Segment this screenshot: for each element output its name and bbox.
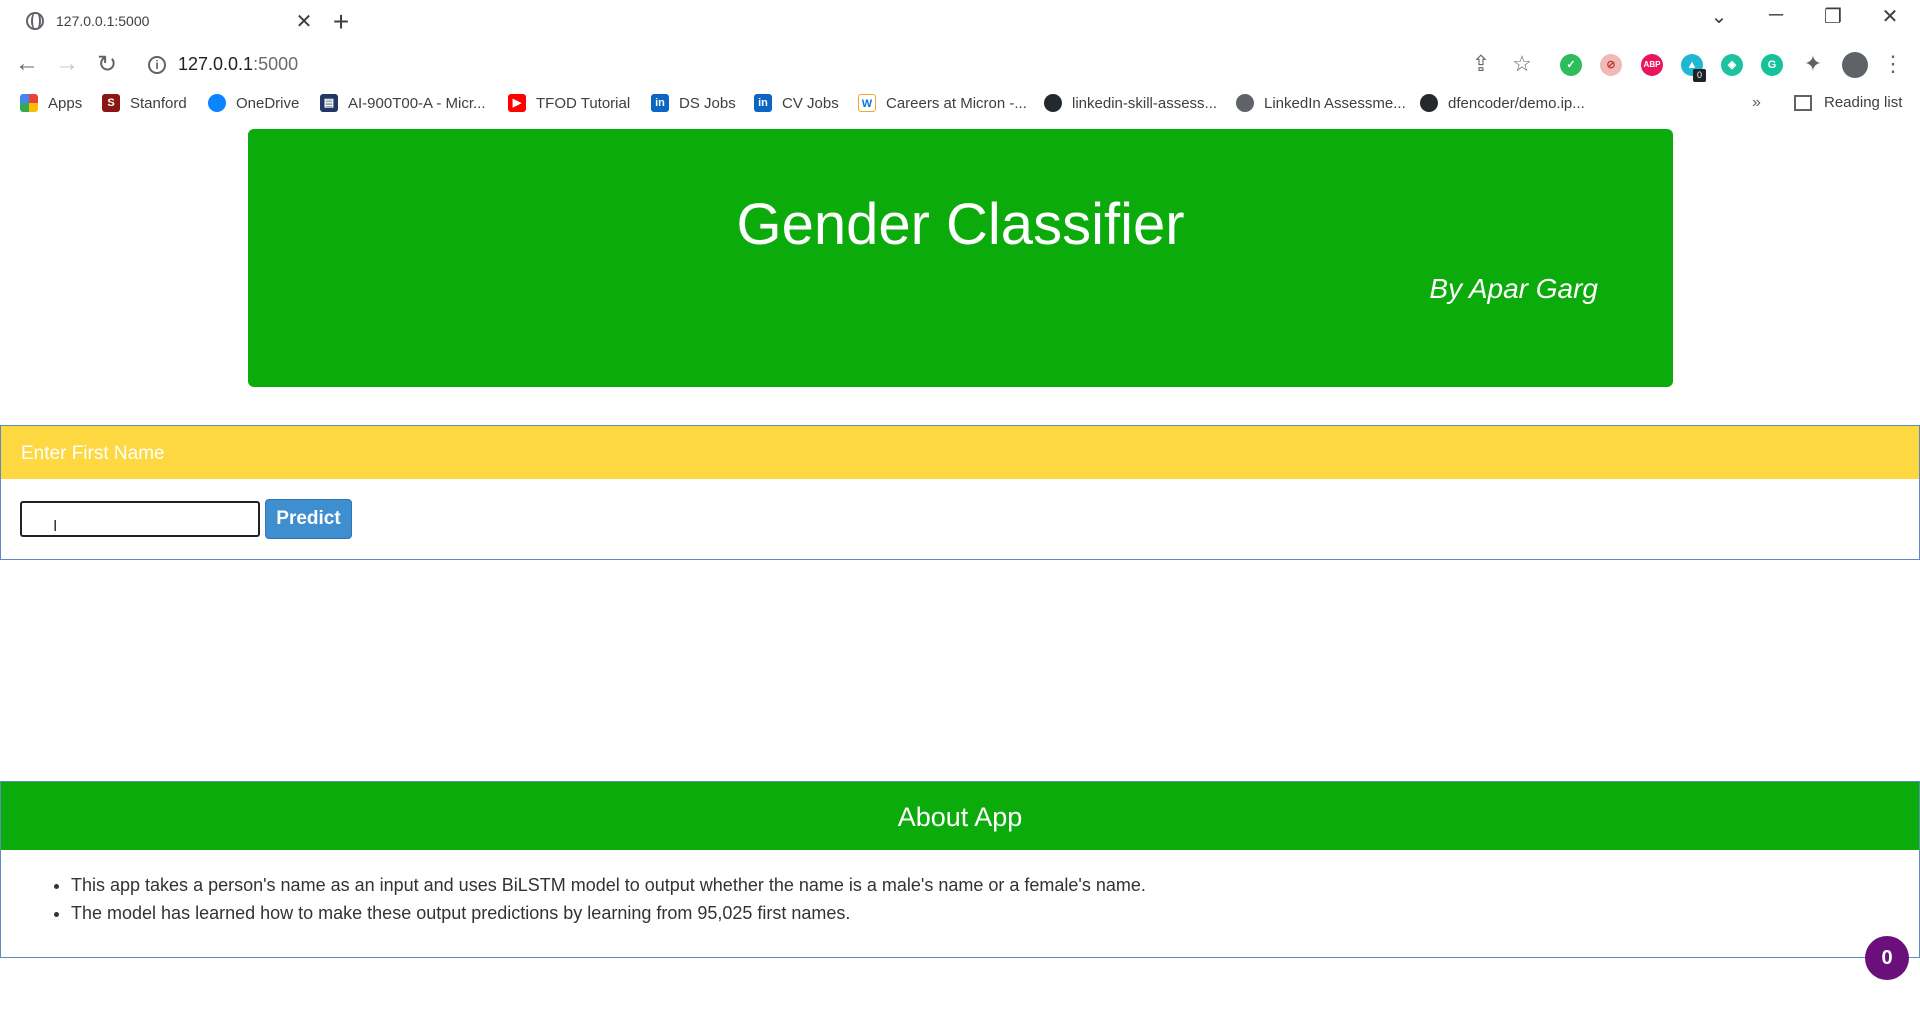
extensions-puzzle-icon[interactable]: ✦ [1800, 51, 1826, 77]
bookmark-label: linkedin-skill-assess... [1072, 94, 1218, 112]
profile-avatar[interactable] [1842, 52, 1868, 78]
forward-button[interactable]: → [52, 50, 82, 78]
grammarly-extension-icon[interactable]: G [1761, 54, 1783, 76]
bookmark-label: Stanford [130, 94, 187, 112]
vpn-extension-icon[interactable]: ◈ [1721, 54, 1743, 76]
reload-button[interactable]: ↻ [92, 50, 122, 79]
bookmark-label: CV Jobs [782, 94, 839, 112]
bookmark-ds-jobs[interactable]: in DS Jobs [651, 94, 736, 112]
url-host: 127.0.0.1 [178, 54, 254, 74]
bookmark-label: Careers at Micron -... [886, 94, 1027, 112]
app-header: Gender Classifier By Apar Garg [248, 129, 1673, 387]
close-tab-icon[interactable]: ✕ [292, 9, 316, 34]
bookmark-label: Apps [48, 94, 83, 112]
stanford-icon: S [102, 94, 120, 112]
author-byline: By Apar Garg [1429, 273, 1598, 304]
browser-tab[interactable]: 127.0.0.1:5000 ✕ [16, 6, 316, 36]
predict-button[interactable]: Predict [265, 499, 352, 539]
globe-icon [1236, 94, 1254, 112]
reading-list-label: Reading list [1824, 94, 1903, 111]
share-icon[interactable]: ⇪ [1468, 51, 1494, 77]
adblock-extension-icon[interactable]: ABP [1641, 54, 1663, 76]
bookmark-cv-jobs[interactable]: in CV Jobs [754, 94, 839, 112]
tab-title: 127.0.0.1:5000 [56, 13, 150, 29]
cloud-icon [208, 94, 226, 112]
reading-list-icon [1794, 94, 1812, 111]
bookmark-star-icon[interactable]: ☆ [1509, 51, 1535, 77]
site-info-icon[interactable]: i [148, 56, 166, 74]
linkedin-icon: in [754, 94, 772, 112]
bookmark-label: LinkedIn Assessme... [1264, 94, 1406, 112]
youtube-icon: ▶ [508, 94, 526, 112]
bookmark-label: DS Jobs [679, 94, 736, 112]
about-list: This app takes a person's name as an inp… [71, 871, 1919, 927]
blocker-extension-icon[interactable]: ⊘ [1600, 54, 1622, 76]
bookmark-label: dfencoder/demo.ip... [1448, 94, 1585, 112]
name-input-panel: Enter First Name I Predict [0, 425, 1920, 560]
shield-extension-icon[interactable]: ✓ [1560, 54, 1582, 76]
workday-icon: W [858, 94, 876, 112]
bookmark-apps[interactable]: Apps [20, 94, 82, 112]
bookmark-label: TFOD Tutorial [536, 94, 631, 112]
new-tab-button[interactable]: + [326, 6, 356, 38]
name-panel-heading: Enter First Name [1, 426, 1919, 479]
about-app-panel: About App This app takes a person's name… [0, 781, 1920, 958]
page-title: Gender Classifier [736, 192, 1185, 257]
about-item: The model has learned how to make these … [71, 899, 1919, 927]
bookmarks-overflow-icon[interactable]: » [1752, 94, 1761, 112]
bookmark-tfod[interactable]: ▶ TFOD Tutorial [508, 94, 630, 112]
browser-toolbar: ← → ↻ i 127.0.0.1:5000 ⇪ ☆ ✓ ⊘ ABP ▲ 0 ◈… [0, 42, 1920, 88]
tab-search-icon[interactable]: ⌄ [1704, 4, 1734, 29]
about-panel-heading: About App [1, 782, 1919, 850]
bookmark-dfencoder[interactable]: dfencoder/demo.ip... [1420, 94, 1585, 112]
about-item: This app takes a person's name as an inp… [71, 871, 1919, 899]
github-icon [1420, 94, 1438, 112]
browser-tab-bar: 127.0.0.1:5000 ✕ + ⌄ ─ ❐ ✕ [0, 0, 1920, 42]
linkedin-icon: in [651, 94, 669, 112]
bookmark-micron[interactable]: W Careers at Micron -... [858, 94, 1027, 112]
text-cursor-icon: I [53, 518, 58, 535]
url-port: :5000 [253, 54, 299, 74]
close-window-button[interactable]: ✕ [1875, 4, 1905, 29]
github-icon [1044, 94, 1062, 112]
address-bar[interactable]: 127.0.0.1:5000 [178, 54, 298, 75]
bookmark-label: OneDrive [236, 94, 300, 112]
bookmark-linkedin-assessment[interactable]: LinkedIn Assessme... [1236, 94, 1406, 112]
back-button[interactable]: ← [12, 50, 42, 78]
bookmarks-bar: Apps S Stanford OneDrive ▤ AI-900T00-A -… [0, 88, 1920, 122]
bookmark-stanford[interactable]: S Stanford [102, 94, 187, 112]
extension-badge-count: 0 [1693, 69, 1706, 82]
document-icon: ▤ [320, 94, 338, 112]
bookmark-linkedin-skill[interactable]: linkedin-skill-assess... [1044, 94, 1217, 112]
globe-icon [26, 12, 44, 30]
bookmark-label: AI-900T00-A - Micr... [348, 94, 486, 112]
reading-list-button[interactable]: Reading list [1794, 94, 1902, 111]
restore-button[interactable]: ❐ [1818, 4, 1848, 29]
bookmark-onedrive[interactable]: OneDrive [208, 94, 299, 112]
menu-dots-icon[interactable]: ⋮ [1880, 51, 1906, 77]
minimize-button[interactable]: ─ [1761, 4, 1791, 27]
apps-grid-icon [20, 94, 38, 112]
bookmark-ai900[interactable]: ▤ AI-900T00-A - Micr... [320, 94, 486, 112]
floating-count-badge[interactable]: 0 [1865, 936, 1909, 980]
